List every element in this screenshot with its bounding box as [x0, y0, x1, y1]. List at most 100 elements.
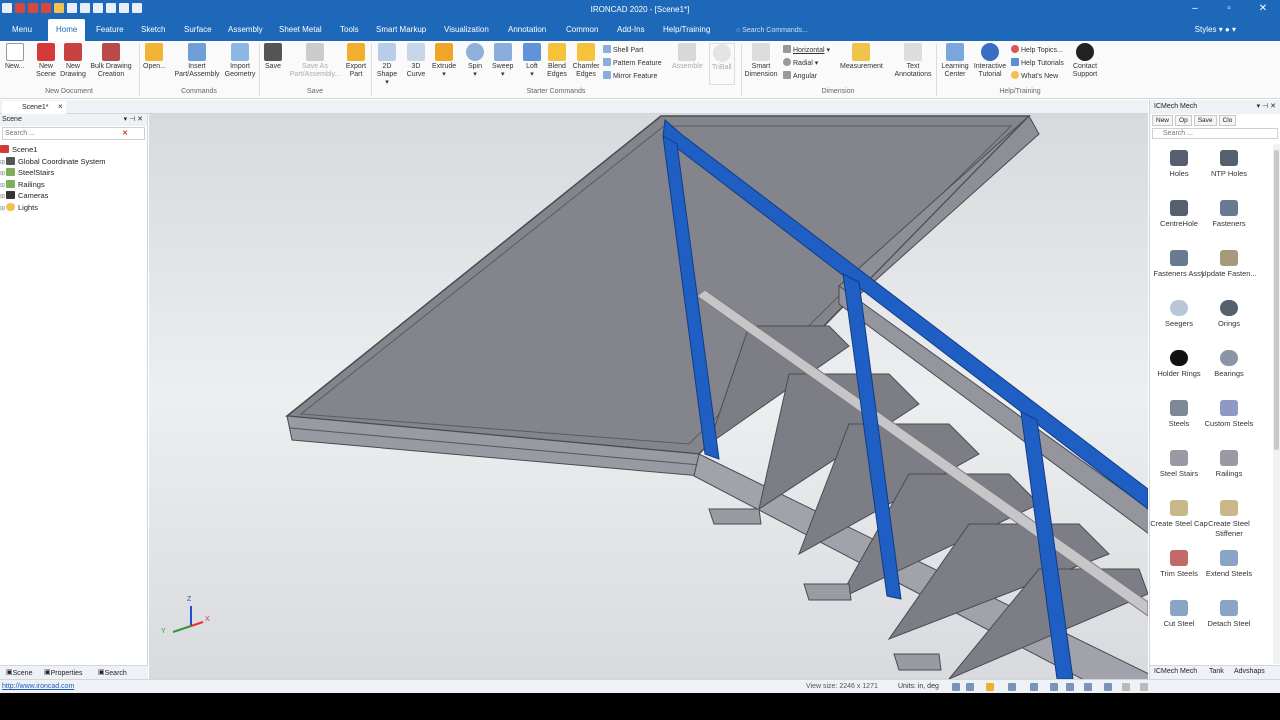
tab-smart-markup[interactable]: Smart Markup [368, 19, 434, 41]
whats-new-button[interactable]: What's New [1011, 71, 1058, 81]
help-topics-button[interactable]: Help Topics... [1011, 45, 1063, 55]
render-icon[interactable] [1030, 683, 1038, 691]
shading-icon[interactable] [1050, 683, 1058, 691]
shell-part-button[interactable]: Shell Part [603, 45, 643, 55]
scrollbar-thumb[interactable] [1274, 150, 1279, 450]
radial-dimension-button[interactable]: Radial ▾ [783, 58, 818, 68]
spin-button[interactable]: Spin ▾ [466, 43, 484, 79]
view-icon[interactable] [1008, 683, 1016, 691]
tab-common[interactable]: Common [558, 19, 606, 41]
export-part-button[interactable]: Export Part [343, 43, 369, 79]
tab-sheet-metal[interactable]: Sheet Metal [271, 19, 330, 41]
tab-help-training[interactable]: Help/Training [655, 19, 718, 41]
tab-annotation[interactable]: Annotation [500, 19, 554, 41]
lights-icon[interactable] [1104, 683, 1112, 691]
help-tutorials-button[interactable]: Help Tutorials [1011, 58, 1064, 68]
catalog-item-ntp-holes[interactable]: NTP Holes [1200, 150, 1258, 179]
triball-button[interactable]: TriBall [709, 43, 735, 85]
bulk-drawing-button[interactable]: Bulk Drawing Creation [88, 43, 134, 79]
interactive-tutorial-button[interactable]: Interactive Tutorial [971, 43, 1009, 79]
camera-icon[interactable] [1084, 683, 1092, 691]
tab-tools[interactable]: Tools [332, 19, 367, 41]
catalog-save-button[interactable]: Save [1193, 115, 1217, 126]
tab-tank[interactable]: Tank [1209, 668, 1224, 675]
tree-item-global-coordinate-system[interactable]: ⊞ Global Coordinate System [0, 156, 147, 168]
new-scene-button[interactable]: New Scene [34, 43, 58, 79]
mirror-feature-button[interactable]: Mirror Feature [603, 71, 657, 81]
save-as-button[interactable]: Save As Part/Assembly... [288, 43, 342, 79]
zoom-window-icon[interactable] [966, 683, 974, 691]
new-button[interactable]: New... [5, 43, 24, 71]
catalog-open-button[interactable]: Op [1175, 115, 1192, 126]
zoom-icon[interactable] [952, 683, 960, 691]
catalog-item-fasteners[interactable]: Fasteners [1200, 200, 1258, 229]
extrude-button[interactable]: Extrude ▾ [432, 43, 456, 79]
catalog-item-detach-steel[interactable]: Detach Steel [1200, 600, 1258, 629]
search-commands-input[interactable]: ○ Search Commands... [736, 24, 886, 37]
tree-item-cameras[interactable]: ⊞ Cameras [0, 190, 147, 202]
catalog-item-create-steel-stiffener[interactable]: Create Steel Stiffener [1200, 500, 1258, 539]
clear-search-icon[interactable]: ✕ [122, 128, 128, 139]
cursor-icon[interactable] [1140, 683, 1148, 691]
tab-feature[interactable]: Feature [88, 19, 132, 41]
sweep-button[interactable]: Sweep ▾ [492, 43, 513, 79]
loft-button[interactable]: Loft ▾ [523, 43, 541, 79]
selection-icon[interactable] [1122, 683, 1130, 691]
chamfer-edges-button[interactable]: Chamfer Edges [571, 43, 601, 79]
catalog-item-railings[interactable]: Railings [1200, 450, 1258, 479]
catalog-search-input[interactable]: Search ...✕ [1152, 128, 1280, 139]
contact-support-button[interactable]: Contact Support [1068, 43, 1102, 79]
tab-sketch[interactable]: Sketch [133, 19, 173, 41]
catalog-scrollbar[interactable] [1273, 144, 1280, 664]
tab-menu[interactable]: Menu [4, 19, 40, 41]
tab-properties[interactable]: ▣ Properties [44, 668, 83, 677]
tab-add-ins[interactable]: Add-Ins [609, 19, 653, 41]
tab-search[interactable]: ▣ Search [98, 668, 127, 677]
orbit-icon[interactable] [986, 683, 994, 691]
pattern-feature-button[interactable]: Pattern Feature [603, 58, 662, 68]
measurement-button[interactable]: Measurement [840, 43, 883, 71]
tree-item-lights[interactable]: ⊞ Lights [0, 202, 147, 214]
tab-scene[interactable]: ▣ Scene [6, 668, 32, 677]
tree-item-steelstairs[interactable]: ⊞ SteelStairs [0, 167, 147, 179]
display-icon[interactable] [1066, 683, 1074, 691]
tab-surface[interactable]: Surface [176, 19, 220, 41]
scene-search-input[interactable]: Search ... ✕ [2, 127, 145, 140]
website-link[interactable]: http://www.ironcad.com [2, 680, 74, 693]
tab-icmech-mech[interactable]: ICMech Mech [1154, 668, 1197, 675]
stair-model[interactable] [149, 114, 1148, 679]
catalog-new-button[interactable]: New [1152, 115, 1174, 126]
tab-assembly[interactable]: Assembly [220, 19, 271, 41]
catalog-item-custom-steels[interactable]: Custom Steels [1200, 400, 1258, 429]
horizontal-dimension-button[interactable]: Horizontal ▾ [783, 45, 830, 55]
tree-item-scene1[interactable]: Scene1 [0, 144, 147, 156]
angular-dimension-button[interactable]: Angular [783, 71, 817, 81]
tab-visualization[interactable]: Visualization [436, 19, 497, 41]
blend-edges-button[interactable]: Blend Edges [545, 43, 569, 79]
catalog-item-extend-steels[interactable]: Extend Steels [1200, 550, 1258, 579]
tree-item-railings[interactable]: ⊞ Railings [0, 179, 147, 191]
panel-pin-close-icon[interactable]: ▾ ⊣ ✕ [124, 114, 143, 126]
maximize-button[interactable]: ▫ [1212, 0, 1246, 19]
import-geometry-button[interactable]: Import Geometry [222, 43, 258, 79]
tab-home[interactable]: Home [48, 19, 86, 41]
new-drawing-button[interactable]: New Drawing [60, 43, 86, 79]
learning-center-button[interactable]: Learning Center [939, 43, 971, 79]
insert-part-button[interactable]: Insert Part/Assembly [172, 43, 222, 79]
catalog-item-bearings[interactable]: Bearings [1200, 350, 1258, 379]
assemble-button[interactable]: Assemble [672, 43, 703, 71]
catalog-item-orings[interactable]: Orings [1200, 300, 1258, 329]
close-button[interactable]: ✕ [1246, 0, 1280, 19]
open-button[interactable]: Open... [143, 43, 166, 71]
2d-shape-button[interactable]: 2D Shape ▾ [375, 43, 399, 87]
text-annotations-button[interactable]: Text Annotations [892, 43, 934, 79]
3d-curve-button[interactable]: 3D Curve [404, 43, 428, 79]
3d-viewport[interactable]: Z Y X [149, 114, 1148, 679]
doc-tab-scene1[interactable]: Scene1* [2, 101, 67, 114]
save-button[interactable]: Save [264, 43, 282, 71]
units-display[interactable]: Units: in, deg [898, 680, 939, 693]
minimize-button[interactable]: – [1178, 0, 1212, 19]
catalog-close-button[interactable]: Clo [1218, 115, 1237, 126]
styles-menu[interactable]: Styles ▾ ● ▾ [1195, 19, 1236, 41]
close-doc-tab-icon[interactable]: × [58, 101, 63, 113]
